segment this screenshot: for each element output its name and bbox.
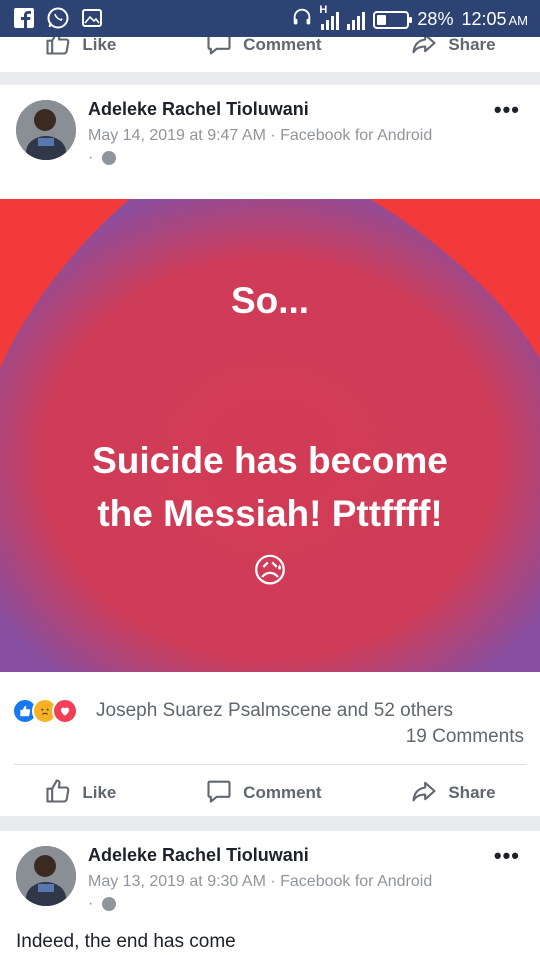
comment-icon (205, 777, 233, 810)
gallery-icon (80, 6, 104, 30)
like-label: Like (82, 783, 117, 802)
reaction-icons (12, 698, 78, 724)
status-bar: H 28% 12:05 AM (0, 0, 540, 37)
divider (14, 764, 526, 765)
like-button[interactable]: Like (44, 777, 116, 810)
share-label: Share (448, 783, 496, 802)
share-icon (410, 37, 438, 62)
previous-post-actions: Like Comment Share (0, 37, 540, 72)
share-label: Share (448, 37, 496, 54)
poster-emoji: 😥 (252, 552, 288, 590)
meta-separator: · (270, 127, 276, 144)
globe-icon (101, 896, 116, 911)
post-meta: May 14, 2019 at 9:47 AM · Facebook for A… (88, 125, 488, 169)
like-label: Like (82, 37, 117, 54)
author-name[interactable]: Adeleke Rachel Tioluwani (88, 845, 309, 866)
avatar[interactable] (16, 846, 76, 906)
clock: 12:05 AM (461, 9, 528, 29)
post-date[interactable]: May 13, 2019 at 9:30 AM (88, 873, 266, 890)
comment-label: Comment (243, 37, 322, 54)
like-icon (44, 37, 72, 62)
reactions-summary[interactable]: Joseph Suarez Psalmscene and 52 others 1… (0, 696, 540, 766)
globe-icon (101, 150, 116, 165)
status-system-icons: H 28% 12:05 AM (291, 4, 528, 33)
post-text: Indeed, the end has come (16, 931, 236, 952)
meta-separator: · (270, 873, 276, 890)
poster-line-2: Suicide has become (92, 440, 448, 481)
whatsapp-icon (46, 6, 70, 30)
comments-count[interactable]: 19 Comments (406, 726, 524, 748)
more-options-icon[interactable]: ••• (494, 97, 520, 123)
battery-percent: 28% (417, 9, 454, 29)
poster-line-1: So... (230, 280, 310, 321)
avatar[interactable] (16, 100, 76, 160)
signal-icon-1: H (319, 4, 340, 30)
post-source: Facebook for Android (280, 873, 433, 890)
meta-separator: · (88, 895, 94, 912)
comment-label: Comment (243, 783, 322, 802)
comment-button[interactable]: Comment (205, 777, 322, 810)
post-background-image[interactable]: So... Suicide has become the Messiah! Pt… (0, 199, 540, 672)
network-type-label: H (319, 3, 328, 16)
reactions-text[interactable]: Joseph Suarez Psalmscene and 52 others (96, 700, 453, 722)
headset-icon (291, 6, 313, 33)
like-button[interactable]: Like (44, 37, 116, 62)
comment-button[interactable]: Comment (205, 37, 322, 62)
post-source: Facebook for Android (280, 127, 433, 144)
share-button[interactable]: Share (410, 37, 496, 62)
author-name[interactable]: Adeleke Rachel Tioluwani (88, 99, 309, 120)
like-icon (44, 777, 72, 810)
meta-separator: · (88, 149, 94, 166)
post-date[interactable]: May 14, 2019 at 9:47 AM (88, 127, 266, 144)
comment-icon (205, 37, 233, 62)
share-button[interactable]: Share (410, 777, 496, 810)
post-header: Adeleke Rachel Tioluwani May 14, 2019 at… (0, 85, 540, 200)
post-actions: Like Comment Share (0, 770, 540, 816)
more-options-icon[interactable]: ••• (494, 843, 520, 869)
signal-icon-2 (347, 10, 366, 30)
share-icon (410, 777, 438, 810)
battery-icon (373, 10, 413, 29)
facebook-icon (12, 6, 36, 30)
poster-line-3: the Messiah! Pttffff! (97, 493, 443, 534)
status-notification-icons (12, 6, 104, 30)
love-reaction-icon (52, 698, 78, 724)
post-meta: May 13, 2019 at 9:30 AM · Facebook for A… (88, 871, 488, 915)
